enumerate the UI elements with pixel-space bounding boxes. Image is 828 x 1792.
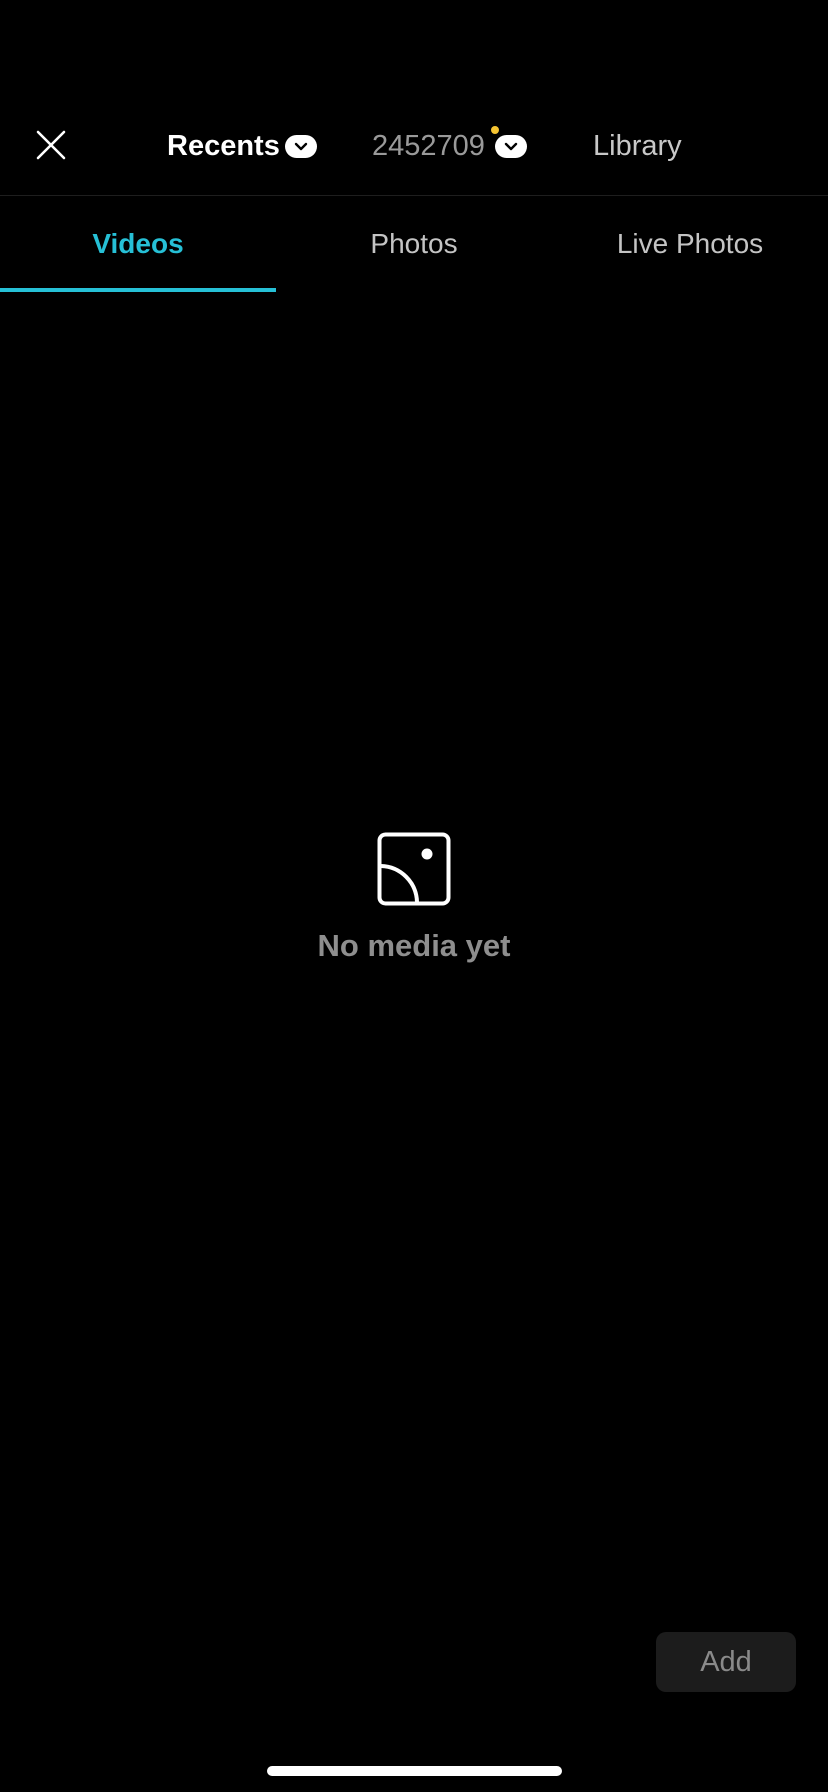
tab-live-photos[interactable]: Live Photos bbox=[552, 196, 828, 292]
tab-videos[interactable]: Videos bbox=[0, 196, 276, 292]
source-library-tab[interactable]: Library bbox=[593, 126, 682, 166]
tab-live-photos-label: Live Photos bbox=[616, 228, 764, 259]
tab-photos[interactable]: Photos bbox=[276, 196, 552, 292]
home-indicator[interactable] bbox=[267, 1766, 562, 1776]
source-album-label: 2452709 bbox=[372, 129, 485, 162]
empty-state: No media yet bbox=[0, 832, 828, 964]
add-button-label: Add bbox=[700, 1645, 752, 1678]
new-indicator-dot bbox=[491, 126, 499, 134]
top-header: Recents 2452709 Library bbox=[0, 0, 828, 196]
source-album-dropdown[interactable]: 2452709 bbox=[372, 126, 527, 166]
add-button[interactable]: Add bbox=[656, 1632, 796, 1692]
chevron-down-icon bbox=[495, 134, 527, 158]
tab-videos-label: Videos bbox=[92, 228, 184, 259]
close-icon bbox=[36, 130, 66, 160]
source-recents-label: Recents bbox=[167, 129, 280, 162]
tab-photos-label: Photos bbox=[370, 228, 458, 259]
source-library-label: Library bbox=[593, 129, 682, 162]
source-recents-dropdown[interactable]: Recents bbox=[167, 126, 317, 166]
active-tab-underline bbox=[0, 288, 276, 292]
chevron-down-icon bbox=[284, 134, 317, 158]
media-type-tabs: Videos Photos Live Photos bbox=[0, 196, 828, 292]
empty-state-message: No media yet bbox=[317, 928, 511, 963]
close-button[interactable] bbox=[28, 122, 74, 168]
image-placeholder-icon bbox=[377, 832, 451, 906]
